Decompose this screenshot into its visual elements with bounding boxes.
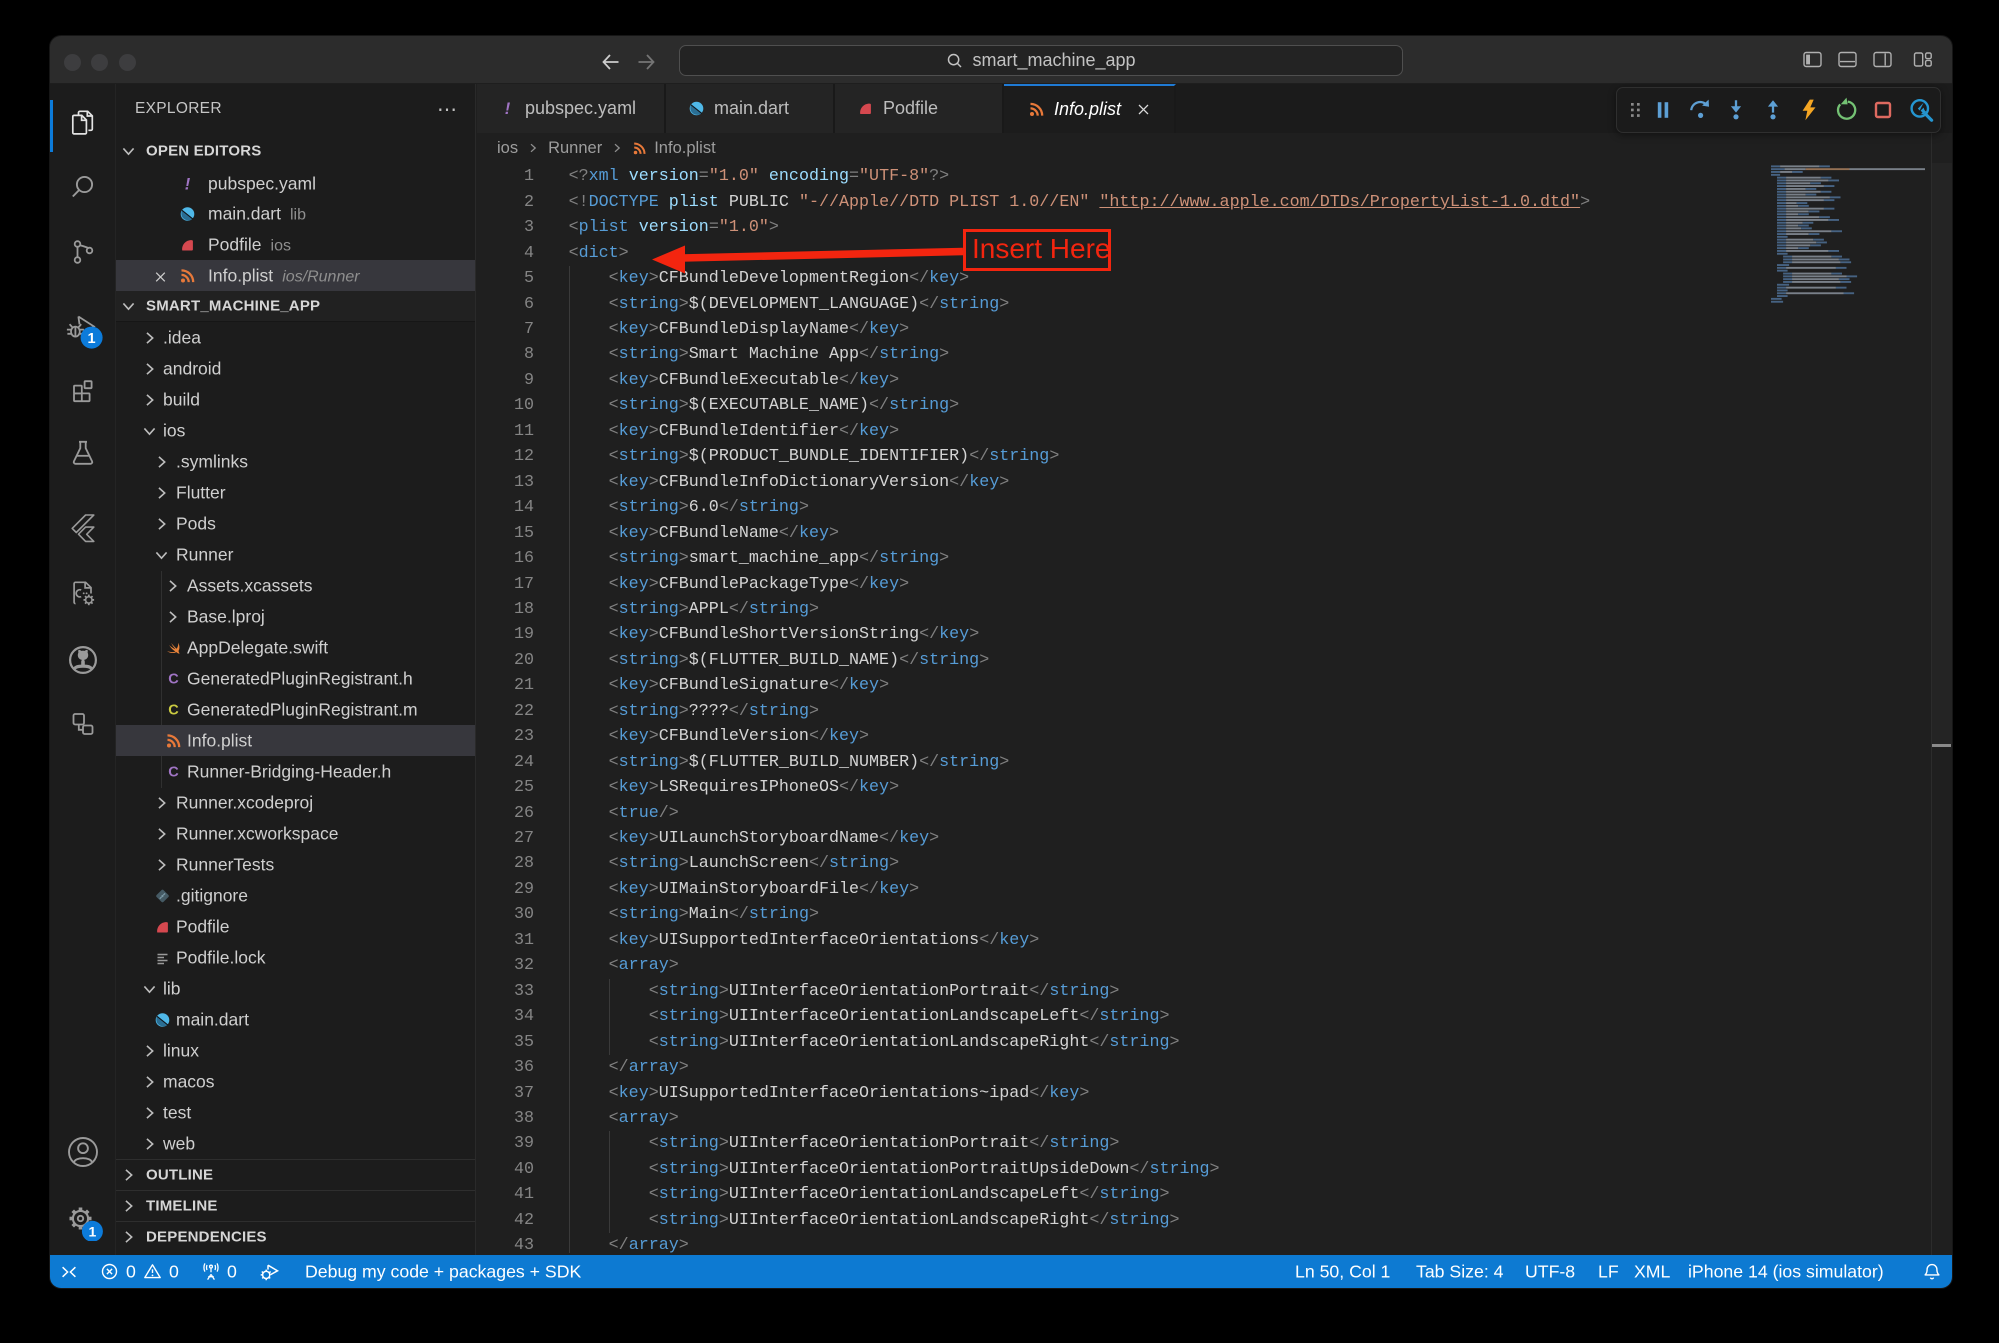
svg-text:!: ! [185,175,191,192]
svg-text:C: C [168,702,179,718]
svg-text:1: 1 [88,331,96,347]
svg-text:C: C [168,764,179,780]
svg-text:1: 1 [89,1224,97,1240]
svg-text:C: C [168,671,179,687]
